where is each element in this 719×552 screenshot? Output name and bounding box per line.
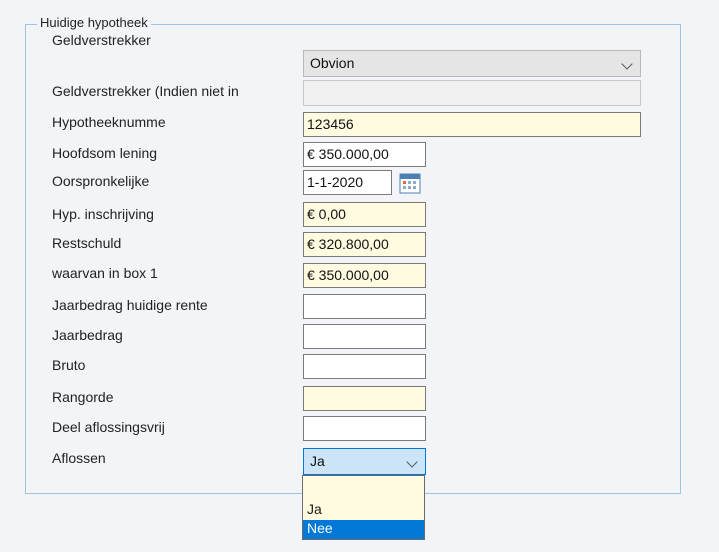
dropdown-option-ja[interactable]: Ja (303, 501, 424, 520)
aflossen-dropdown-list: Ja Nee (302, 475, 425, 540)
hoofdsom-lening-field[interactable]: € 350.000,00 (303, 142, 426, 167)
hypotheeknummer-field[interactable]: 123456 (303, 112, 641, 137)
aflossen-value: Ja (310, 453, 325, 469)
geldverstrekker-value: Obvion (310, 55, 355, 71)
label-deel-aflossingsvrij: Deel aflossingsvrij (52, 419, 165, 435)
label-geldverstrekker: Geldverstrekker (52, 32, 151, 48)
label-hypotheeknummer: Hypotheeknumme (52, 114, 166, 130)
oorspronkelijke-date-field[interactable]: 1-1-2020 (303, 170, 392, 195)
waarvan-box1-field[interactable]: € 350.000,00 (303, 263, 426, 288)
label-hoofdsom-lening: Hoofdsom lening (52, 145, 158, 161)
label-restschuld: Restschuld (52, 235, 122, 251)
deel-aflossingsvrij-field[interactable] (303, 416, 426, 441)
chevron-down-icon (621, 58, 633, 70)
label-rangorde: Rangorde (52, 389, 114, 405)
calendar-icon[interactable] (398, 171, 422, 195)
label-bruto: Bruto (52, 357, 86, 373)
geldverstrekker-select[interactable]: Obvion (303, 50, 641, 77)
label-jaarbedrag: Jaarbedrag (52, 327, 123, 343)
label-waarvan-box1: waarvan in box 1 (52, 265, 158, 281)
dropdown-option-nee[interactable]: Nee (303, 520, 424, 539)
group-title: Huidige hypotheek (37, 15, 151, 30)
chevron-down-icon (406, 456, 418, 468)
label-aflossen: Aflossen (52, 450, 106, 466)
jaarbedrag-huidige-rente-field[interactable] (303, 294, 426, 319)
label-oorspronkelijke: Oorspronkelijke (52, 173, 150, 189)
aflossen-select[interactable]: Ja (303, 448, 426, 475)
hyp-inschrijving-field[interactable]: € 0,00 (303, 202, 426, 227)
geldverstrekker-indien-field[interactable] (303, 80, 641, 106)
restschuld-field[interactable]: € 320.800,00 (303, 232, 426, 257)
label-geldverstrekker-indien: Geldverstrekker (Indien niet in (52, 83, 239, 99)
bruto-field[interactable] (303, 354, 426, 379)
label-jaarbedrag-huidige-rente: Jaarbedrag huidige rente (52, 297, 208, 313)
label-hyp-inschrijving: Hyp. inschrijving (52, 206, 154, 222)
rangorde-field[interactable] (303, 386, 426, 411)
jaarbedrag-field[interactable] (303, 324, 426, 349)
